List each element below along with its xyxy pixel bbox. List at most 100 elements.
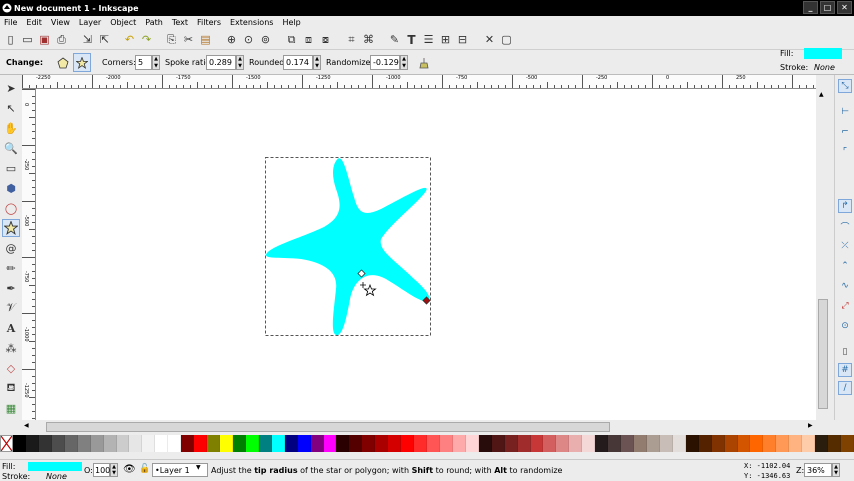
snap-center-icon[interactable]: ⊙ [838, 319, 852, 333]
status-fill-swatch[interactable] [28, 462, 82, 471]
document-properties-icon[interactable]: ▢ [499, 32, 514, 47]
layer-visibility-eye-icon[interactable]: 👁 [123, 464, 136, 475]
zoom-page-icon[interactable]: ⊚ [258, 32, 273, 47]
snap-guides-icon[interactable]: ∕ [838, 381, 852, 395]
star-tool-icon[interactable] [2, 219, 20, 237]
opacity-spin-arrows[interactable]: ▲ ▼ [110, 463, 118, 477]
spoke-ratio-spin-arrows[interactable]: ▲ ▼ [236, 55, 244, 70]
palette-swatch[interactable] [258, 435, 272, 452]
menu-extensions[interactable]: Extensions [230, 18, 273, 27]
palette-swatch[interactable] [77, 435, 91, 452]
snap-grids-icon[interactable]: # [838, 363, 852, 377]
palette-swatch[interactable] [284, 435, 298, 452]
palette-swatch[interactable] [362, 435, 376, 452]
group-icon[interactable]: ⌗ [344, 32, 359, 47]
palette-swatch[interactable] [556, 435, 570, 452]
palette-swatch[interactable] [90, 435, 104, 452]
gradient-tool-icon[interactable]: ▦ [2, 399, 20, 417]
palette-swatch[interactable] [504, 435, 518, 452]
corners-spin-arrows[interactable]: ▲ ▼ [152, 55, 160, 70]
palette-swatch[interactable] [439, 435, 453, 452]
palette-swatch[interactable] [25, 435, 39, 452]
menu-object[interactable]: Object [110, 18, 136, 27]
star-mode-button[interactable] [73, 53, 91, 72]
palette-swatch[interactable] [478, 435, 492, 452]
palette-swatch[interactable] [465, 435, 479, 452]
zoom-spin-arrows[interactable]: ▲ ▼ [832, 463, 840, 477]
menu-layer[interactable]: Layer [79, 18, 101, 27]
rectangle-tool-icon[interactable]: ▭ [2, 159, 20, 177]
layer-lock-icon[interactable]: 🔓 [139, 464, 150, 474]
zoom-tool-icon[interactable]: 🔍 [2, 139, 20, 157]
scroll-left-icon[interactable]: ◀ [24, 422, 29, 429]
snap-midpoints-icon[interactable]: ⤢ [838, 299, 852, 313]
horizontal-scrollbar[interactable]: ◀ ▶ [22, 420, 830, 434]
fill-stroke-icon[interactable]: ✎ [387, 32, 402, 47]
spray-tool-icon[interactable]: ⁂ [2, 339, 20, 357]
palette-swatch[interactable] [13, 435, 26, 452]
maximize-button[interactable]: □ [820, 1, 835, 14]
layers-icon[interactable]: ☰ [421, 32, 436, 47]
menu-help[interactable]: Help [282, 18, 300, 27]
randomized-spin-arrows[interactable]: ▲ ▼ [400, 55, 408, 70]
palette-swatch[interactable] [245, 435, 259, 452]
scroll-right-icon[interactable]: ▶ [808, 422, 813, 429]
snap-nodes-icon[interactable]: ↱ [838, 199, 852, 213]
palette-swatch[interactable] [375, 435, 389, 452]
redo-icon[interactable]: ↷ [139, 32, 154, 47]
rounded-spin-arrows[interactable]: ▲ ▼ [313, 55, 321, 70]
ellipse-tool-icon[interactable]: ◯ [2, 199, 20, 217]
palette-swatch[interactable] [776, 435, 790, 452]
text-font-icon[interactable]: T [404, 32, 419, 47]
vertical-scrollbar[interactable]: ▲ [816, 89, 830, 420]
snap-cusp-nodes-icon[interactable]: ⌃ [838, 259, 852, 273]
palette-swatch[interactable] [51, 435, 65, 452]
palette-swatch[interactable] [271, 435, 285, 452]
palette-swatch[interactable] [569, 435, 583, 452]
palette-swatch[interactable] [323, 435, 337, 452]
palette-swatch[interactable] [297, 435, 311, 452]
unlink-clone-icon[interactable]: ⧇ [318, 32, 333, 47]
palette-swatch[interactable] [64, 435, 78, 452]
align-distribute-icon[interactable]: ⊟ [455, 32, 470, 47]
menu-text[interactable]: Text [172, 18, 188, 27]
undo-icon[interactable]: ↶ [122, 32, 137, 47]
snap-toggle-icon[interactable]: ⤡ [838, 79, 852, 93]
palette-swatch[interactable] [155, 435, 169, 452]
palette-swatch[interactable] [646, 435, 660, 452]
selector-tool-icon[interactable]: ➤ [2, 79, 20, 97]
zoom-drawing-icon[interactable]: ⊙ [241, 32, 256, 47]
rounded-input[interactable]: 0.174 [283, 55, 313, 70]
ungroup-icon[interactable]: ⌘ [361, 32, 376, 47]
palette-swatch[interactable] [750, 435, 764, 452]
menu-view[interactable]: View [51, 18, 70, 27]
palette-swatch[interactable] [672, 435, 686, 452]
clone-icon[interactable]: ⧈ [301, 32, 316, 47]
snap-intersections-icon[interactable]: ⤫ [838, 239, 852, 253]
palette-swatch[interactable] [828, 435, 841, 452]
cut-icon[interactable]: ✂ [181, 32, 196, 47]
snap-page-border-icon[interactable]: ▯ [838, 345, 852, 359]
palette-swatch[interactable] [517, 435, 531, 452]
palette-swatch[interactable] [116, 435, 130, 452]
snap-paths-icon[interactable]: ⌒ [838, 219, 852, 233]
menu-path[interactable]: Path [145, 18, 163, 27]
palette-swatch[interactable] [336, 435, 350, 452]
calligraphy-tool-icon[interactable]: 𝒱 [2, 299, 20, 317]
palette-swatch[interactable] [168, 435, 182, 452]
spiral-tool-icon[interactable]: @ [2, 239, 20, 257]
palette-swatch[interactable] [427, 435, 440, 452]
text-tool-icon[interactable]: A [2, 319, 20, 337]
palette-swatch[interactable] [530, 435, 544, 452]
palette-swatch[interactable] [763, 435, 777, 452]
eraser-tool-icon[interactable]: ◇ [2, 359, 20, 377]
scroll-up-icon[interactable]: ▲ [819, 91, 824, 98]
palette-swatch[interactable] [207, 435, 220, 452]
palette-swatch[interactable] [543, 435, 557, 452]
palette-swatch[interactable] [194, 435, 208, 452]
menu-filters[interactable]: Filters [197, 18, 221, 27]
minimize-button[interactable]: _ [803, 1, 818, 14]
palette-swatch[interactable] [388, 435, 402, 452]
menu-edit[interactable]: Edit [26, 18, 42, 27]
import-icon[interactable]: ⇲ [80, 32, 95, 47]
